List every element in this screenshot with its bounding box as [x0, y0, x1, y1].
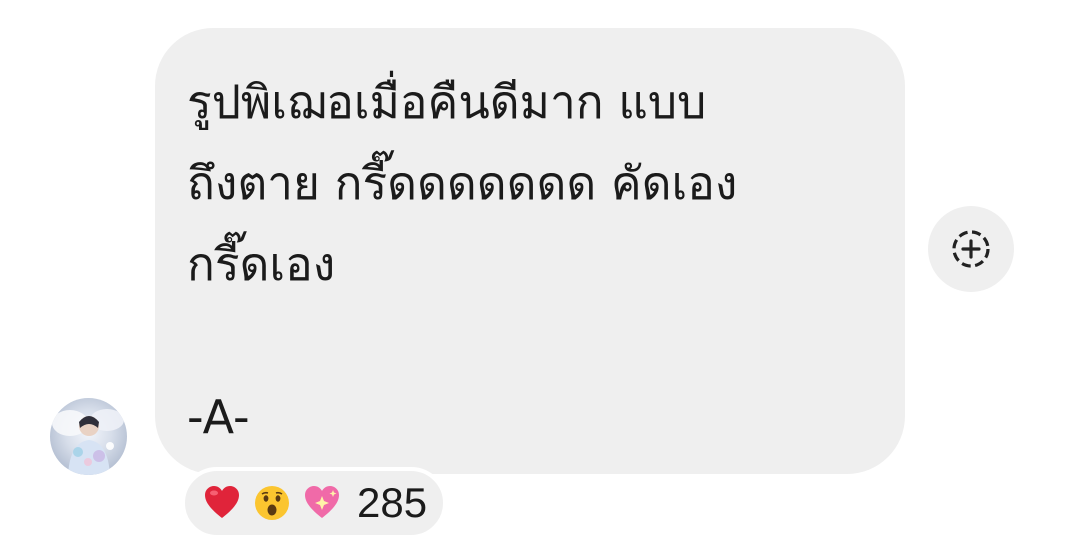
- reaction-count: 285: [357, 479, 428, 526]
- message-text-line-3: กรี๊ดเอง: [187, 237, 336, 291]
- add-reaction-icon: [952, 230, 990, 268]
- sparkling-heart-icon: [305, 486, 339, 518]
- add-reaction-button[interactable]: [928, 206, 1014, 292]
- message-text-line-1: รูปพิเฌอเมื่อคืนดีมาก แบบ: [187, 75, 707, 129]
- previous-message-edge: [250, 0, 670, 8]
- avatar[interactable]: [50, 398, 127, 475]
- red-heart-icon: [205, 486, 239, 518]
- avatar-image: [52, 409, 124, 475]
- reactions-bar[interactable]: 285: [181, 467, 448, 539]
- message-text-line-2: ถึงตาย กรี๊ดดดดดดด คัดเอง: [187, 156, 738, 210]
- message-signature: -A-: [187, 390, 250, 444]
- astonished-face-icon: [255, 486, 289, 520]
- chat-thread: รูปพิเฌอเมื่อคืนดีมาก แบบ ถึงตาย กรี๊ดดด…: [0, 0, 1080, 551]
